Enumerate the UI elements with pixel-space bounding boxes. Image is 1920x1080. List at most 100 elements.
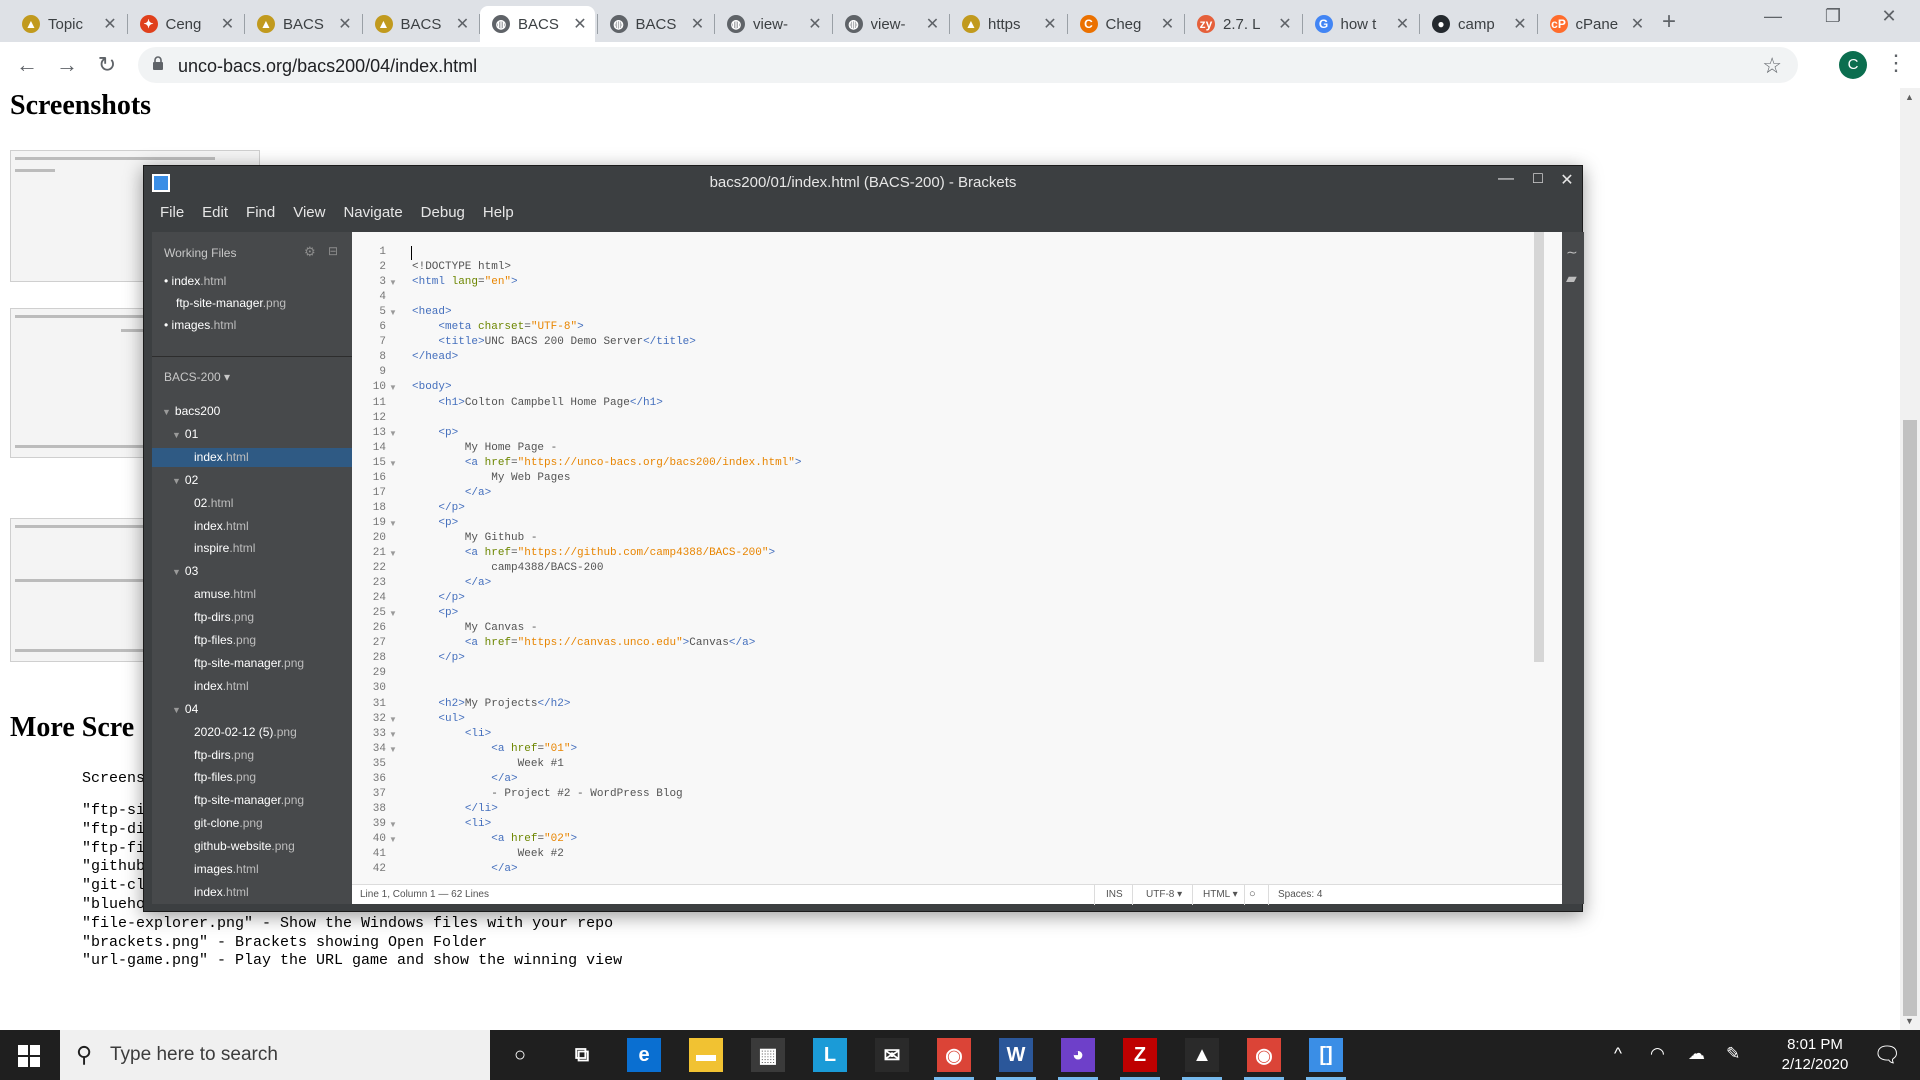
- browser-tab[interactable]: zy 2.7. L ✕: [1185, 6, 1300, 42]
- tree-folder[interactable]: ▼ 01: [152, 425, 352, 444]
- action-center-icon[interactable]: 🗨: [1873, 1042, 1901, 1068]
- tab-close-icon[interactable]: ✕: [338, 14, 352, 34]
- brackets-maximize-button[interactable]: □: [1525, 170, 1551, 188]
- tree-folder[interactable]: ▼ 02: [152, 471, 352, 490]
- github-desktop-icon[interactable]: ◕: [1061, 1038, 1095, 1072]
- fold-arrow-icon[interactable]: ▼: [389, 549, 397, 558]
- lockdown-browser-icon[interactable]: L: [813, 1038, 847, 1072]
- tab-close-icon[interactable]: ✕: [103, 14, 117, 34]
- scrollbar-thumb[interactable]: [1903, 420, 1917, 1016]
- fold-arrow-icon[interactable]: ▼: [389, 745, 397, 754]
- edge-icon[interactable]: e: [627, 1038, 661, 1072]
- tab-close-icon[interactable]: ✕: [456, 14, 470, 34]
- menu-view[interactable]: View: [285, 198, 333, 228]
- browser-tab[interactable]: ✦ Ceng ✕: [128, 6, 243, 42]
- working-file-item[interactable]: • images.html: [164, 318, 236, 332]
- fold-arrow-icon[interactable]: ▼: [389, 715, 397, 724]
- tab-close-icon[interactable]: ✕: [1161, 14, 1175, 34]
- tab-close-icon[interactable]: ✕: [691, 14, 705, 34]
- menu-file[interactable]: File: [152, 198, 192, 228]
- scroll-down-icon[interactable]: ▼: [1905, 1016, 1914, 1026]
- menu-edit[interactable]: Edit: [194, 198, 236, 228]
- menu-navigate[interactable]: Navigate: [335, 198, 410, 228]
- tree-file[interactable]: inspire.html: [152, 539, 352, 558]
- indent-spaces-setting[interactable]: Spaces: 4: [1278, 889, 1322, 900]
- maximize-button[interactable]: ❐: [1810, 6, 1856, 27]
- profile-avatar[interactable]: C: [1839, 51, 1867, 79]
- tree-folder[interactable]: ▼ 03: [152, 562, 352, 581]
- split-view-icon[interactable]: ⊟: [328, 244, 338, 258]
- folder-expanded-icon[interactable]: ▼: [172, 476, 181, 486]
- address-bar[interactable]: unco-bacs.org/bacs200/04/index.html ☆: [138, 47, 1798, 83]
- page-scrollbar[interactable]: ▲ ▼: [1900, 88, 1920, 1030]
- tree-file[interactable]: 2020-02-12 (5).png: [152, 723, 352, 742]
- tree-file[interactable]: ftp-site-manager.png: [152, 791, 352, 810]
- live-preview-icon[interactable]: ∼: [1566, 244, 1578, 261]
- project-dropdown[interactable]: BACS-200 ▾: [164, 370, 230, 384]
- tree-file[interactable]: images.html: [152, 860, 352, 879]
- tree-file[interactable]: ftp-site-manager.png: [152, 654, 352, 673]
- tree-file[interactable]: git-clone.png: [152, 814, 352, 833]
- browser-tab[interactable]: ▲ BACS ✕: [245, 6, 360, 42]
- brackets-minimize-button[interactable]: —: [1493, 170, 1519, 188]
- tree-file[interactable]: index.html: [152, 447, 352, 467]
- system-clock[interactable]: 8:01 PM 2/12/2020: [1760, 1035, 1870, 1075]
- brackets-icon[interactable]: []: [1309, 1038, 1343, 1072]
- close-window-button[interactable]: ✕: [1866, 6, 1912, 27]
- folder-expanded-icon[interactable]: ▼: [172, 567, 181, 577]
- bookmark-star-icon[interactable]: ☆: [1762, 53, 1782, 79]
- fold-arrow-icon[interactable]: ▼: [389, 609, 397, 618]
- photos-icon[interactable]: ▲: [1185, 1038, 1219, 1072]
- fold-arrow-icon[interactable]: ▼: [389, 459, 397, 468]
- language-dropdown[interactable]: HTML ▾: [1203, 889, 1238, 900]
- tree-file[interactable]: ftp-dirs.png: [152, 608, 352, 627]
- pen-icon[interactable]: ✎: [1726, 1044, 1740, 1064]
- browser-tab[interactable]: cP cPane ✕: [1538, 6, 1653, 42]
- browser-tab[interactable]: C Cheg ✕: [1068, 6, 1183, 42]
- tree-file[interactable]: 02.html: [152, 494, 352, 513]
- forward-icon[interactable]: →: [52, 50, 82, 80]
- fold-arrow-icon[interactable]: ▼: [389, 519, 397, 528]
- tab-close-icon[interactable]: ✕: [573, 14, 587, 34]
- scroll-up-icon[interactable]: ▲: [1905, 92, 1914, 102]
- fold-arrow-icon[interactable]: ▼: [389, 278, 397, 287]
- code-editor[interactable]: 1 2 <!DOCTYPE html> 3 ▼ <html lang="en"> 4 5 ▼ <h…: [352, 232, 1562, 884]
- encoding-dropdown[interactable]: UTF-8 ▾: [1146, 889, 1182, 900]
- browser-tab[interactable]: Ghow t ✕: [1303, 6, 1418, 42]
- file-explorer-icon[interactable]: ▬: [689, 1038, 723, 1072]
- menu-help[interactable]: Help: [475, 198, 522, 228]
- store-icon[interactable]: ▦: [751, 1038, 785, 1072]
- browser-tab[interactable]: ◍ view- ✕: [715, 6, 830, 42]
- taskbar-search-box[interactable]: ⚲ Type here to search: [60, 1030, 490, 1080]
- tree-file[interactable]: ftp-files.png: [152, 631, 352, 650]
- menu-find[interactable]: Find: [238, 198, 283, 228]
- fold-arrow-icon[interactable]: ▼: [389, 429, 397, 438]
- tree-file[interactable]: index.html: [152, 517, 352, 536]
- tab-close-icon[interactable]: ✕: [1513, 14, 1527, 34]
- tab-close-icon[interactable]: ✕: [1396, 14, 1410, 34]
- task-view-icon[interactable]: ⧉: [565, 1038, 599, 1072]
- insert-mode-toggle[interactable]: INS: [1106, 889, 1123, 900]
- gear-icon[interactable]: ⚙: [304, 244, 316, 260]
- wifi-icon[interactable]: ◠: [1650, 1044, 1665, 1064]
- tab-close-icon[interactable]: ✕: [1043, 14, 1057, 34]
- filezilla-icon[interactable]: Z: [1123, 1038, 1157, 1072]
- chrome-icon-2[interactable]: ◉: [1247, 1038, 1281, 1072]
- word-icon[interactable]: W: [999, 1038, 1033, 1072]
- editor-scrollbar[interactable]: [1534, 232, 1544, 662]
- tree-file[interactable]: amuse.html: [152, 585, 352, 604]
- onedrive-icon[interactable]: ☁: [1688, 1044, 1705, 1064]
- tab-close-icon[interactable]: ✕: [1631, 14, 1645, 34]
- tab-close-icon[interactable]: ✕: [221, 14, 235, 34]
- working-file-item[interactable]: • index.html: [164, 274, 226, 288]
- mail-icon[interactable]: ✉: [875, 1038, 909, 1072]
- tab-close-icon[interactable]: ✕: [808, 14, 822, 34]
- fold-arrow-icon[interactable]: ▼: [389, 820, 397, 829]
- tree-folder[interactable]: ▼ bacs200: [152, 402, 352, 421]
- browser-tab[interactable]: ▲ https ✕: [950, 6, 1065, 42]
- folder-expanded-icon[interactable]: ▼: [162, 407, 171, 417]
- linting-status-icon[interactable]: ○: [1249, 888, 1256, 900]
- browser-tab[interactable]: ◍ view- ✕: [833, 6, 948, 42]
- extension-manager-icon[interactable]: ▰: [1566, 270, 1577, 287]
- chrome-menu-icon[interactable]: ⋮: [1885, 50, 1907, 76]
